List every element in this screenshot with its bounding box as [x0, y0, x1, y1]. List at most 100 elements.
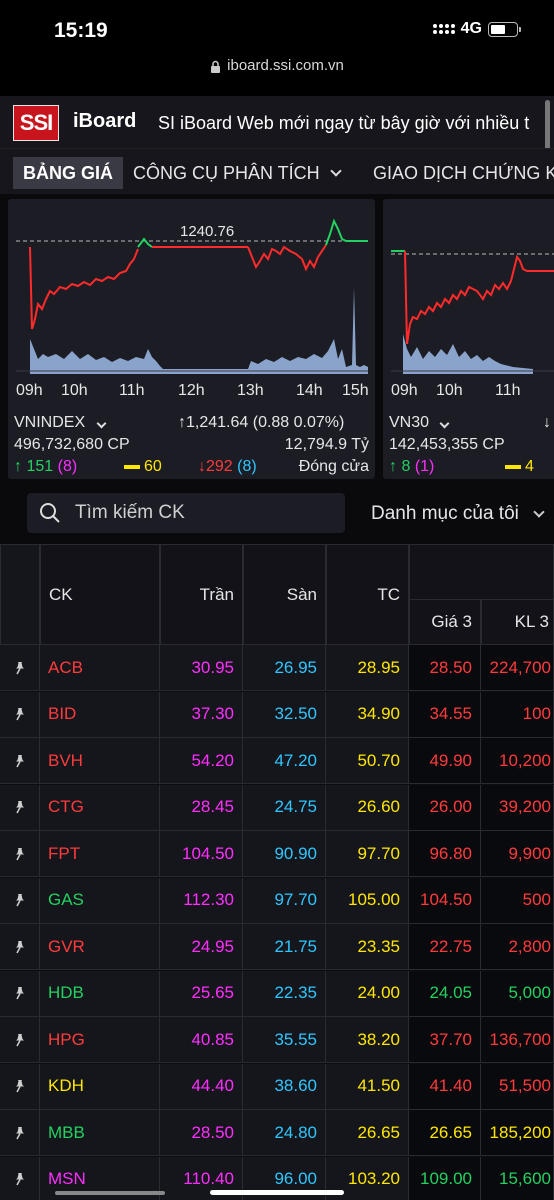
header-label: Trần: [199, 584, 234, 604]
table-row[interactable]: GAS 112.30 97.70 105.00 104.50 500: [0, 877, 554, 924]
network-type: 4G: [460, 20, 482, 37]
tab-bang-gia[interactable]: BẢNG GIÁ: [13, 157, 123, 189]
index-card-vnindex[interactable]: 1240.76 09h 10h 11h 12h 13h 14h 15h VNIN…: [8, 199, 375, 479]
time-label: 11h: [119, 382, 145, 399]
pin-button[interactable]: [0, 831, 40, 877]
table-row[interactable]: FPT 104.50 90.90 97.70 96.80 9,900: [0, 831, 554, 877]
symbol-cell[interactable]: ACB: [40, 645, 160, 691]
bid-price-3-cell[interactable]: 24.05: [409, 970, 481, 1017]
table-row[interactable]: HDB 25.65 22.35 24.00 24.05 5,000: [0, 970, 554, 1017]
pin-button[interactable]: [0, 1017, 40, 1063]
pin-button[interactable]: [0, 1063, 40, 1110]
bid-price-3-cell[interactable]: 96.80: [409, 831, 481, 877]
tab-label: GIAO DỊCH CHỨNG K: [373, 162, 554, 183]
index-card-vn30[interactable]: 09h 10h 11h VN30 ↓ 142,453,355 CP ↑ 8 (1…: [383, 199, 554, 479]
header-label: TC: [377, 584, 400, 604]
bid-price-3-cell[interactable]: 26.00: [409, 784, 481, 831]
signal-icon: [432, 24, 455, 34]
pin-icon: [15, 847, 24, 860]
pin-button[interactable]: [0, 691, 40, 738]
index-name-text: VN30: [389, 414, 430, 431]
index-name-text: VNINDEX: [14, 414, 86, 431]
ceiling-price-cell: 104.50: [160, 831, 243, 877]
symbol-cell[interactable]: MBB: [40, 1110, 160, 1156]
bid-price-3-cell[interactable]: 41.40: [409, 1063, 481, 1110]
reference-value: 1240.76: [180, 223, 234, 240]
floor-price-cell: 21.75: [243, 924, 326, 970]
bid-price-3-cell[interactable]: 26.65: [409, 1110, 481, 1156]
symbol-cell[interactable]: KDH: [40, 1063, 160, 1110]
reference-price-cell: 23.35: [326, 924, 409, 970]
bid-volume-3-cell: 9,900: [481, 831, 554, 877]
pin-icon: [15, 894, 24, 907]
symbol-cell[interactable]: HPG: [40, 1017, 160, 1063]
floor-price-cell: 47.20: [243, 738, 326, 784]
header-tran[interactable]: Trần: [160, 544, 243, 645]
index-volume: 496,732,680 CP: [14, 436, 130, 453]
home-indicator[interactable]: [210, 1190, 344, 1195]
arrow-up-icon: ↑: [389, 458, 397, 475]
header-gia3[interactable]: Giá 3: [409, 599, 481, 645]
floor-price-cell: 26.95: [243, 645, 326, 691]
pin-button[interactable]: [0, 738, 40, 784]
bid-volume-3-cell: 500: [481, 877, 554, 924]
pin-icon: [15, 708, 24, 721]
symbol-cell[interactable]: BID: [40, 691, 160, 738]
ssi-logo[interactable]: SSI: [13, 105, 59, 141]
unchanged-count: 4: [525, 458, 534, 475]
symbol-cell[interactable]: CTG: [40, 784, 160, 831]
symbol-cell[interactable]: BVH: [40, 738, 160, 784]
bid-volume-3-cell: 185,200: [481, 1110, 554, 1156]
index-value-change: ↑1,241.64 (0.88 0.07%): [178, 414, 344, 432]
symbol-cell[interactable]: GVR: [40, 924, 160, 970]
header-pin-col: [0, 544, 40, 645]
header-tc[interactable]: TC: [326, 544, 409, 645]
table-row[interactable]: GVR 24.95 21.75 23.35 22.75 2,800: [0, 924, 554, 970]
bid-price-3-cell[interactable]: 49.90: [409, 738, 481, 784]
tab-giao-dich-chung-khoan[interactable]: GIAO DỊCH CHỨNG K: [363, 157, 554, 189]
url-bar[interactable]: iboard.ssi.com.vn: [0, 50, 554, 96]
header-ck[interactable]: CK: [40, 544, 160, 645]
header-kl3[interactable]: KL 3: [481, 599, 554, 645]
vn30-price-line-red: [404, 250, 554, 345]
symbol-cell[interactable]: HDB: [40, 970, 160, 1017]
ceiling-count: (8): [57, 458, 78, 475]
declines-count: 292: [206, 458, 233, 475]
table-row[interactable]: HPG 40.85 35.55 38.20 37.70 136,700: [0, 1017, 554, 1063]
table-row[interactable]: MBB 28.50 24.80 26.65 26.65 185,200: [0, 1110, 554, 1156]
pin-button[interactable]: [0, 877, 40, 924]
index-name[interactable]: VN30: [389, 414, 450, 432]
table-row[interactable]: CTG 28.45 24.75 26.60 26.00 39,200: [0, 784, 554, 831]
bid-price-3-cell[interactable]: 109.00: [409, 1156, 481, 1200]
pin-button[interactable]: [0, 924, 40, 970]
breadth-advances: ↑ 151 (8): [14, 458, 77, 476]
symbol-cell[interactable]: GAS: [40, 877, 160, 924]
index-name[interactable]: VNINDEX: [14, 414, 107, 432]
battery-icon: [488, 21, 521, 37]
table-row[interactable]: BVH 54.20 47.20 50.70 49.90 10,200: [0, 738, 554, 784]
header-san[interactable]: Sàn: [243, 544, 326, 645]
tab-cong-cu-phan-tich[interactable]: CÔNG CỤ PHÂN TÍCH: [123, 157, 350, 189]
breadth-unchanged: 4: [505, 458, 534, 476]
pin-button[interactable]: [0, 970, 40, 1017]
bid-price-3-cell[interactable]: 34.55: [409, 691, 481, 738]
pin-button[interactable]: [0, 1110, 40, 1156]
bid-price-3-cell[interactable]: 37.70: [409, 1017, 481, 1063]
table-row[interactable]: ACB 30.95 26.95 28.95 28.50 224,700: [0, 645, 554, 691]
search-box[interactable]: [27, 493, 345, 533]
bid-price-3-cell[interactable]: 28.50: [409, 645, 481, 691]
watchlist-dropdown[interactable]: Danh mục của tôi: [371, 503, 545, 525]
pin-button[interactable]: [0, 645, 40, 691]
market-status: Đóng cửa: [298, 458, 369, 475]
search-input[interactable]: [75, 502, 315, 524]
bid-price-3-cell[interactable]: 22.75: [409, 924, 481, 970]
bid-price-3-cell[interactable]: 104.50: [409, 877, 481, 924]
horizontal-scrollbar[interactable]: [55, 1191, 165, 1195]
advances-count: 8: [401, 458, 411, 475]
pin-button[interactable]: [0, 784, 40, 831]
table-row[interactable]: BID 37.30 32.50 34.90 34.55 100: [0, 691, 554, 738]
table-row[interactable]: KDH 44.40 38.60 41.50 41.40 51,500: [0, 1063, 554, 1110]
symbol-cell[interactable]: FPT: [40, 831, 160, 877]
announcement-marquee[interactable]: SI iBoard Web mới ngay từ bây giờ với nh…: [158, 113, 529, 134]
pin-button[interactable]: [0, 1156, 40, 1200]
